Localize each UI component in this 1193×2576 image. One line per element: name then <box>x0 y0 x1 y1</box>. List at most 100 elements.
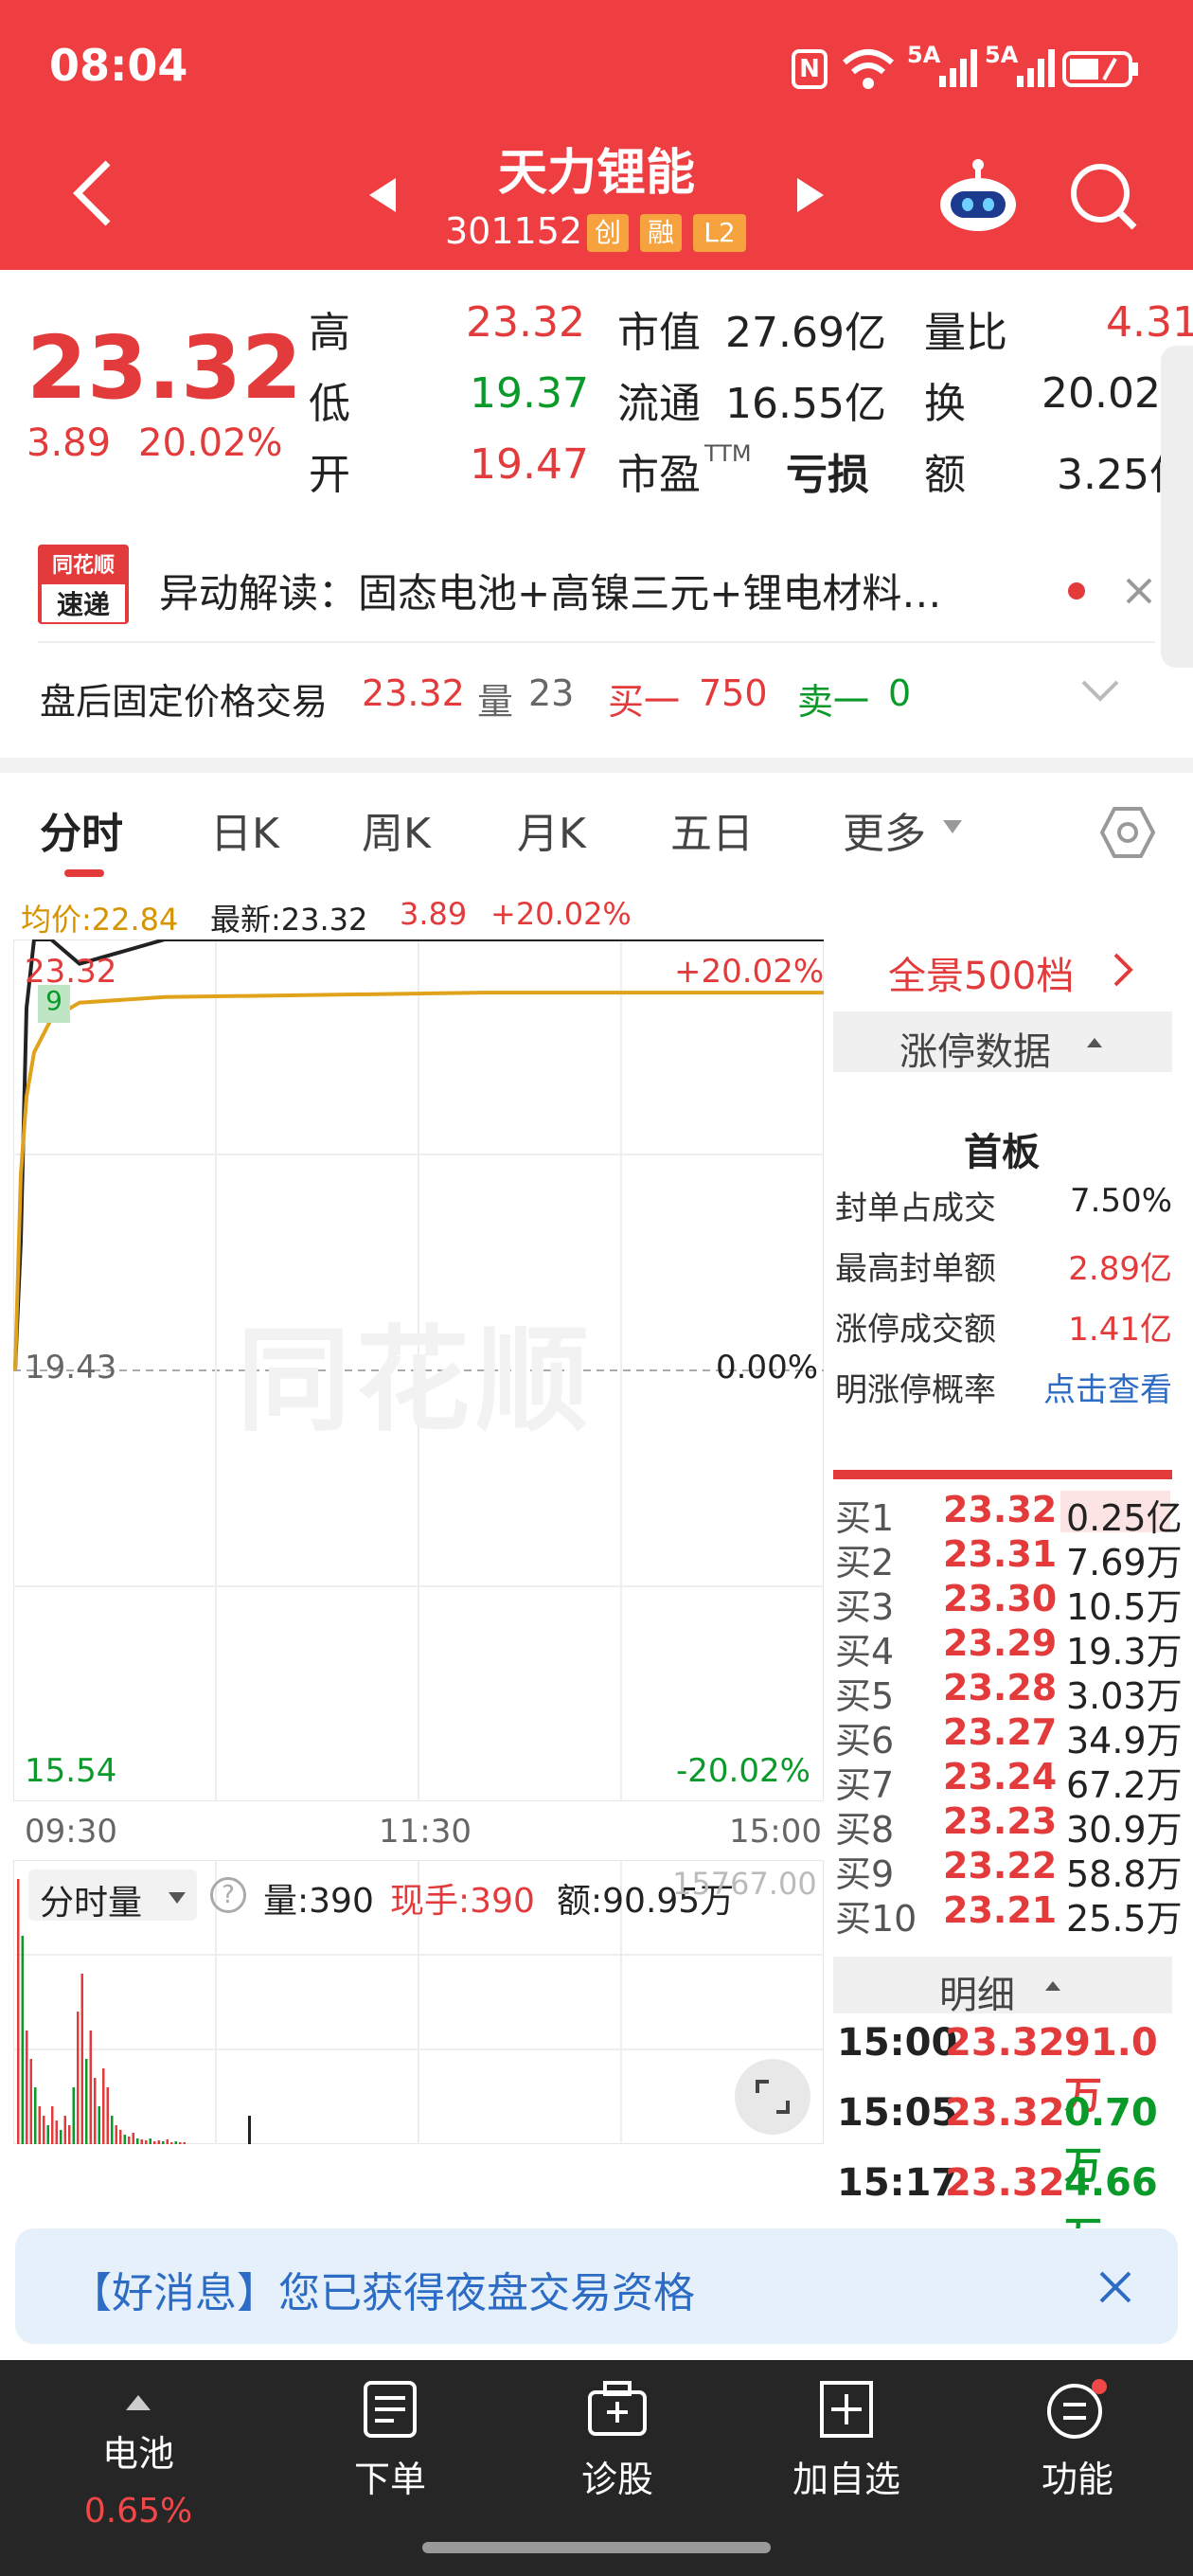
x-time-mid: 11:30 <box>379 1813 472 1851</box>
stock-name: 天力锂能 <box>497 145 695 202</box>
badge-l2: L2 <box>693 214 746 252</box>
nav-diagnose[interactable]: 诊股 <box>532 2379 703 2502</box>
high-label: 高 <box>309 309 350 357</box>
prev-stock-icon[interactable] <box>367 176 398 214</box>
volume-bar <box>89 2030 92 2144</box>
close-icon[interactable] <box>1125 577 1153 605</box>
detail-header[interactable]: 明细 <box>833 1957 1172 2017</box>
volume-bar <box>132 2133 134 2144</box>
stat-label: 最高封单额 <box>835 1250 996 1288</box>
volume-bar <box>183 2142 186 2144</box>
open-value: 19.47 <box>470 440 589 489</box>
float-label: 流通 <box>617 380 701 428</box>
chevron-down-icon[interactable] <box>1081 680 1119 703</box>
bid-row[interactable]: 买5 23.28 3.03万 <box>833 1667 1193 1717</box>
volume-bar <box>136 2138 139 2144</box>
volume-bar <box>60 2130 62 2144</box>
volume-bar <box>51 2106 54 2144</box>
limit-stat-row[interactable]: 明涨停概率 点击查看 <box>833 1364 1193 1409</box>
volume-bar <box>170 2142 173 2144</box>
tab-indicator <box>64 869 104 877</box>
bid-row[interactable]: 买2 23.31 7.69万 <box>833 1533 1193 1583</box>
volume-bar <box>157 2140 160 2144</box>
trade-price: 23.32 <box>945 2021 1065 2065</box>
stat-label: 封单占成交 <box>835 1190 996 1227</box>
trade-detail-row: 15:00 23.32 91.0万 <box>833 2021 1193 2118</box>
bid-row[interactable]: 买4 23.29 19.3万 <box>833 1622 1193 1673</box>
bid-row[interactable]: 买3 23.30 10.5万 <box>833 1578 1193 1628</box>
price-change: 3.89 <box>27 421 112 465</box>
volume-bar <box>123 2135 126 2144</box>
volume-bar <box>248 2116 251 2144</box>
caret-up-icon <box>126 2395 151 2410</box>
section-separator <box>0 758 1193 773</box>
chart-change: 3.89 <box>400 896 468 932</box>
low-value: 19.37 <box>470 369 589 418</box>
badge-rong: 融 <box>640 214 682 252</box>
bid-row[interactable]: 买1 23.32 0.25亿 <box>833 1489 1193 1539</box>
volume-bar <box>34 2087 37 2144</box>
bid-row[interactable]: 买10 23.21 25.5万 <box>833 1889 1193 1940</box>
nav-diagnose-label: 诊股 <box>580 2459 653 2500</box>
search-icon[interactable] <box>1068 161 1140 233</box>
tab-weekly-k[interactable]: 周K <box>362 799 431 860</box>
tab-five-day[interactable]: 五日 <box>670 799 754 860</box>
volume-bar <box>68 2125 71 2144</box>
volume-bar <box>145 2140 148 2144</box>
volume-bar <box>102 2068 105 2144</box>
nav-add-watch[interactable]: 加自选 <box>761 2379 932 2502</box>
back-arrow-icon[interactable] <box>72 159 114 227</box>
volume-bar <box>140 2139 143 2144</box>
caret-down-icon <box>169 1892 186 1904</box>
network-label-a: 5A <box>907 42 941 68</box>
home-indicator[interactable] <box>422 2542 771 2553</box>
amount-label: 额 <box>924 451 966 499</box>
scroll-handle[interactable] <box>1161 346 1193 668</box>
news-row[interactable]: 同花顺 速递 异动解读：固态电池+高镍三元+锂电材料… <box>0 535 1165 630</box>
bid-row[interactable]: 买8 23.23 30.9万 <box>833 1800 1193 1851</box>
volume-bar <box>98 2106 100 2144</box>
after-hours-vol: 23 <box>528 672 575 714</box>
stat-label: 涨停成交额 <box>835 1311 996 1349</box>
tab-intraday[interactable]: 分时 <box>40 799 123 860</box>
tab-monthly-k[interactable]: 月K <box>517 799 586 860</box>
nav-order-label: 下单 <box>353 2459 426 2500</box>
pe-label: 市盈 <box>617 451 701 499</box>
stat-value: 点击查看 <box>1043 1371 1172 1409</box>
close-icon[interactable] <box>1098 2270 1132 2304</box>
nav-battery-sector[interactable]: 电池 0.65% <box>53 2379 223 2531</box>
bid-row[interactable]: 买9 23.22 58.8万 <box>833 1845 1193 1895</box>
trade-detail-row: 15:05 23.32 0.70万 <box>833 2091 1193 2188</box>
volume-bar <box>80 1974 83 2144</box>
divider <box>38 641 1155 643</box>
chart-change-pct: +20.02% <box>490 896 632 932</box>
after-hours-buy: 750 <box>699 672 768 714</box>
diagnose-icon <box>588 2381 647 2436</box>
caret-down-icon <box>943 820 962 833</box>
quote-panel: 23.32 3.89 20.02% 高 23.32 低 19.37 开 19.4… <box>0 270 1193 762</box>
full-depth-link[interactable]: 全景500档 <box>888 945 1074 1000</box>
volume-bar <box>119 2130 122 2144</box>
volume-selector[interactable]: 分时量 <box>28 1869 197 1923</box>
tab-daily-k[interactable]: 日K <box>210 799 279 860</box>
settings-hex-icon[interactable] <box>1100 805 1155 860</box>
tab-more[interactable]: 更多 <box>843 799 926 860</box>
current-hand: 现手:390 <box>390 1882 535 1921</box>
x-time-end: 15:00 <box>729 1813 822 1851</box>
volume-bar <box>55 2120 58 2144</box>
promo-banner[interactable]: 【好消息】您已获得夜盘交易资格 <box>15 2228 1178 2344</box>
next-stock-icon[interactable] <box>795 176 826 214</box>
robot-assistant-icon[interactable] <box>937 157 1019 233</box>
intraday-chart-area: 均价:22.84 最新:23.32 3.89 +20.02% 同花顺 23.32… <box>0 881 833 2216</box>
bid-row[interactable]: 买6 23.27 34.9万 <box>833 1711 1193 1762</box>
nav-functions[interactable]: 功能 <box>992 2379 1163 2502</box>
nav-order[interactable]: 下单 <box>305 2379 475 2502</box>
after-hours-row[interactable]: 盘后固定价格交易 23.32 量 23 买一 750 卖一 0 <box>0 644 1193 739</box>
limit-data-header[interactable]: 涨停数据 <box>833 1011 1172 1074</box>
network-label-b: 5A <box>985 42 1019 68</box>
fullscreen-button[interactable] <box>735 2059 810 2135</box>
bid-row[interactable]: 买7 23.24 67.2万 <box>833 1756 1193 1806</box>
bid-price: 23.22 <box>943 1845 1058 1887</box>
help-icon[interactable]: ? <box>210 1877 246 1913</box>
battery-icon <box>1062 51 1138 87</box>
